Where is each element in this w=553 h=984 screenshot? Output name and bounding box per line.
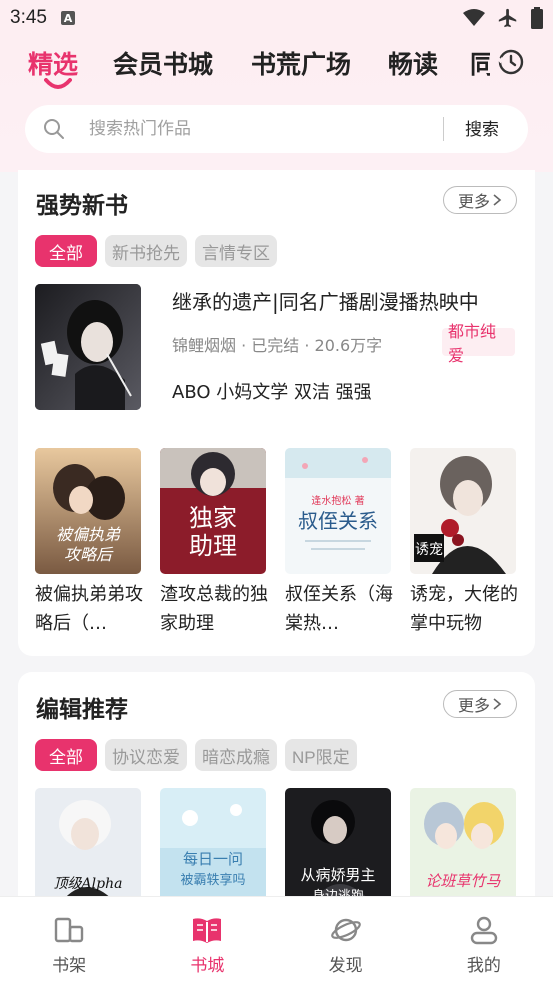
chevron-right-icon [493, 698, 502, 710]
user-icon [470, 916, 498, 945]
section-title: 强势新书 [36, 193, 128, 219]
tab-free-read[interactable]: 畅读 [388, 45, 438, 81]
book-item[interactable]: 逢水抱松 著 叔侄关系 叔侄关系（海棠热… [285, 448, 393, 638]
cover-art: 独家 助理 [160, 448, 266, 574]
status-time: 3:45 [10, 7, 47, 28]
svg-text:被霸轶享吗: 被霸轶享吗 [180, 872, 245, 888]
svg-text:每日一问: 每日一问 [183, 850, 243, 868]
tab-member-store[interactable]: 会员书城 [113, 45, 213, 81]
chip-secret-crush[interactable]: 暗恋成瘾 [195, 739, 277, 771]
tab-truncated[interactable]: 同 [470, 45, 490, 81]
bottom-nav: 书架 书城 发现 我的 [0, 896, 553, 984]
svg-text:诱宠: 诱宠 [415, 542, 443, 558]
tab-featured[interactable]: 精选 [28, 45, 78, 81]
airplane-icon [498, 8, 517, 28]
featured-book[interactable]: 继承的遗产|同名广播剧漫播热映中 锦鲤烟烟 · 已完结 · 20.6万字 都市纯… [35, 284, 515, 410]
nav-profile[interactable]: 我的 [415, 897, 553, 984]
book-cover[interactable]: 独家 助理 [160, 448, 266, 574]
chip-all[interactable]: 全部 [35, 235, 97, 267]
book-title: 渣攻总裁的独家助理 [160, 584, 268, 634]
feature-tags-text: ABO 小妈文学 双洁 强强 [172, 382, 372, 403]
history-icon[interactable] [497, 48, 525, 76]
nav-discover[interactable]: 发现 [277, 897, 415, 984]
chevron-right-icon [493, 194, 502, 206]
book-item[interactable]: 独家 助理 渣攻总裁的独家助理 [160, 448, 268, 638]
svg-text:独家: 独家 [189, 504, 237, 532]
book-cover[interactable]: 诱宠 [410, 448, 516, 574]
svg-text:顶级Alpha: 顶级Alpha [54, 876, 123, 892]
search-divider [443, 117, 444, 141]
svg-text:助理: 助理 [189, 532, 237, 560]
search-button[interactable]: 搜索 [465, 115, 499, 140]
chip-np[interactable]: NP限定 [285, 739, 357, 771]
top-tabs: 精选 会员书城 书荒广场 畅读 同 [0, 36, 553, 96]
planet-icon [330, 918, 361, 942]
book-cover[interactable]: 逢水抱松 著 叔侄关系 [285, 448, 391, 574]
bookshelf-icon [54, 917, 84, 943]
nav-bookshelf[interactable]: 书架 [0, 897, 138, 984]
feature-meta: 锦鲤烟烟 · 已完结 · 20.6万字 [172, 336, 383, 355]
search-input[interactable] [89, 119, 409, 139]
chip-new-first[interactable]: 新书抢先 [105, 235, 187, 267]
open-book-icon [193, 918, 222, 943]
nav-label: 书城 [190, 956, 225, 976]
more-button[interactable]: 更多 [443, 186, 517, 214]
search-icon [44, 119, 64, 139]
genre-tag: 都市纯爱 [442, 322, 515, 365]
nav-label: 我的 [466, 956, 501, 976]
more-button[interactable]: 更多 [443, 690, 517, 718]
search-bar: 搜索 [25, 105, 528, 153]
book-title: 叔侄关系（海棠热… [285, 584, 393, 634]
nav-bookstore[interactable]: 书城 [138, 897, 276, 984]
feature-title[interactable]: 继承的遗产|同名广播剧漫播热映中 [172, 286, 479, 315]
svg-text:被偏执弟: 被偏执弟 [56, 525, 121, 544]
notification-icon: A [60, 11, 75, 25]
tab-book-plaza[interactable]: 书荒广场 [251, 45, 351, 81]
section-editor-picks: 编辑推荐 更多 全部 协议恋爱 暗恋成瘾 NP限定 顶级Alpha 每日一问 被… [18, 672, 535, 914]
more-label: 更多 [457, 696, 490, 715]
cover-art: 诱宠 [410, 448, 516, 574]
section-title: 编辑推荐 [36, 697, 128, 723]
header: 精选 会员书城 书荒广场 畅读 同 搜索 [0, 36, 553, 172]
svg-text:攻略后: 攻略后 [64, 545, 114, 564]
filter-chips: 全部 协议恋爱 暗恋成瘾 NP限定 [35, 739, 357, 771]
filter-chips: 全部 新书抢先 言情专区 [35, 235, 277, 267]
wifi-icon [463, 9, 485, 26]
cover-art: 被偏执弟 攻略后 [35, 448, 141, 574]
svg-text:逢水抱松 著: 逢水抱松 著 [311, 494, 364, 507]
chip-all[interactable]: 全部 [35, 739, 97, 771]
cover-art [35, 284, 141, 410]
nav-label: 发现 [328, 956, 363, 976]
svg-text:论班草竹马: 论班草竹马 [425, 872, 501, 890]
book-cover[interactable]: 被偏执弟 攻略后 [35, 448, 141, 574]
svg-text:叔侄关系: 叔侄关系 [298, 509, 378, 533]
more-label: 更多 [457, 192, 490, 211]
book-item[interactable]: 诱宠 诱宠，大佬的掌中玩物 [410, 448, 518, 638]
status-bar: 3:45 A [0, 0, 553, 36]
book-title: 诱宠，大佬的掌中玩物 [410, 584, 518, 634]
battery-icon [531, 7, 543, 29]
book-title: 被偏执弟弟攻略后（… [35, 584, 143, 634]
book-item[interactable]: 被偏执弟 攻略后 被偏执弟弟攻略后（… [35, 448, 143, 638]
cover-art: 逢水抱松 著 叔侄关系 [285, 448, 391, 574]
nav-label: 书架 [52, 956, 87, 976]
chip-romance[interactable]: 言情专区 [195, 235, 277, 267]
section-new-books: 强势新书 更多 全部 新书抢先 言情专区 继承的遗产|同名广播剧漫播热映中 锦鲤… [18, 170, 535, 656]
tab-indicator [44, 78, 72, 89]
book-cover[interactable] [35, 284, 141, 410]
chip-contract-love[interactable]: 协议恋爱 [105, 739, 187, 771]
svg-text:从病娇男主: 从病娇男主 [300, 866, 375, 884]
